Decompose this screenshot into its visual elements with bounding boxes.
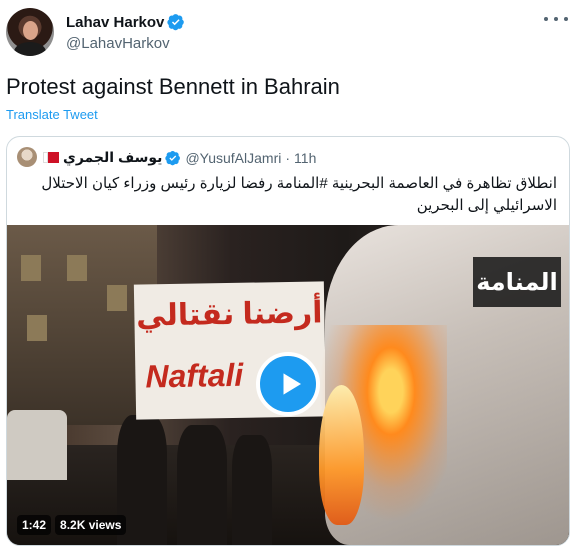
play-icon[interactable] [256, 352, 320, 416]
video-views: 8.2K views [55, 515, 127, 535]
display-name[interactable]: Lahav Harkov [66, 14, 164, 31]
handle[interactable]: @LahavHarkov [66, 35, 170, 52]
more-options-icon[interactable] [544, 10, 568, 28]
quoted-handle[interactable]: @YusufAlJamri [185, 150, 281, 166]
quoted-avatar[interactable] [17, 147, 37, 167]
verified-badge-icon [165, 150, 181, 166]
quoted-timestamp[interactable]: 11h [294, 150, 316, 166]
banner-arabic-text: أرضنا نقتالي [135, 296, 323, 333]
location-overlay-label: المنامة [473, 257, 561, 307]
video-person [232, 435, 272, 545]
video-player[interactable]: أرضنا نقتالي Naftali المنامة 1:42 8.2K v… [7, 225, 569, 545]
quoted-display-name[interactable]: يوسف الجمري [63, 149, 162, 166]
banner-english-text: Naftali [145, 356, 244, 395]
avatar-face [23, 21, 38, 40]
translate-tweet-link[interactable]: Translate Tweet [6, 107, 98, 122]
quoted-tweet[interactable]: يوسف الجمري @YusufAlJamri · 11h انطلاق ت… [6, 136, 570, 546]
avatar[interactable] [6, 8, 54, 56]
flame [319, 385, 364, 525]
avatar-shirt [14, 42, 46, 56]
quoted-author-row: يوسف الجمري @YusufAlJamri · 11h [43, 149, 316, 166]
video-person [177, 425, 227, 545]
video-badges: 1:42 8.2K views [17, 515, 127, 535]
verified-badge-icon [167, 13, 185, 31]
separator-dot: · [285, 149, 291, 166]
video-car [7, 410, 67, 480]
tweet-text: Protest against Bennett in Bahrain [6, 74, 340, 99]
location-overlay-text: المنامة [476, 268, 558, 296]
tweet: Lahav Harkov @LahavHarkov Protest agains… [0, 0, 578, 553]
author-name-row: Lahav Harkov [66, 13, 185, 31]
video-duration: 1:42 [17, 515, 52, 535]
bahrain-flag-icon [43, 152, 59, 163]
quoted-text: انطلاق تظاهرة في العاصمة البحرينية #المن… [41, 175, 557, 214]
